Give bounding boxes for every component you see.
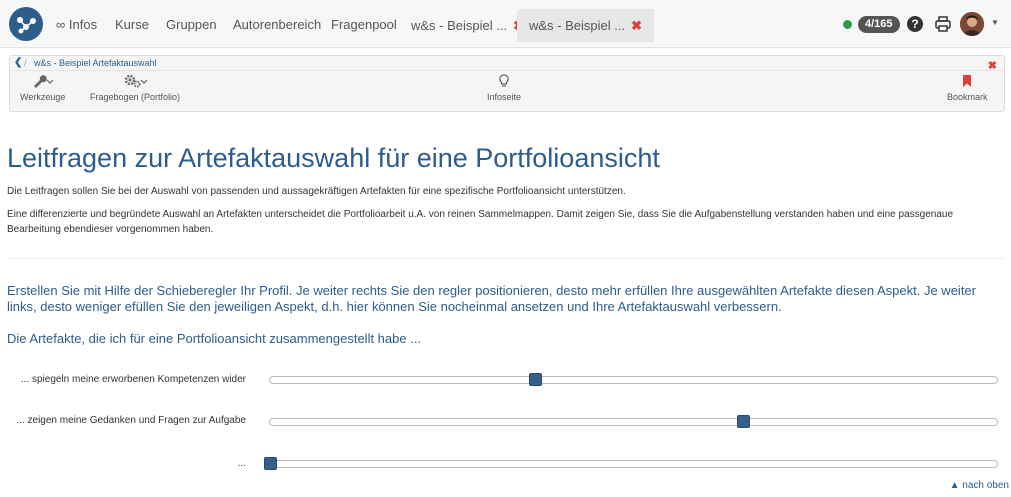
course-toolbar: ❮ / w&s - Beispiel Artefaktauswahl ✖ Wer… [9,55,1005,112]
tools-label: Werkzeuge [20,92,66,102]
avatar[interactable] [960,12,984,36]
help-icon[interactable]: ? [907,16,923,32]
nav-item-kurse[interactable]: Kurse [115,17,149,32]
tools-menu-button[interactable]: Werkzeuge [20,74,65,102]
tab-label: w&s - Beispiel ... [529,18,626,33]
gears-icon [90,74,180,90]
breadcrumb-item[interactable]: w&s - Beispiel Artefaktauswahl [34,58,157,68]
slider-track-thoughts[interactable] [269,415,998,428]
tab-course-2[interactable]: w&s - Beispiel ... ✖ [517,9,654,42]
info-page-button[interactable]: Infoseite [487,74,521,102]
page-title: Leitfragen zur Artefaktauswahl für eine … [7,143,660,173]
lightbulb-icon [487,74,521,90]
nav-item-infos[interactable]: ∞ Infos [56,17,97,32]
info-page-label: Infoseite [487,92,522,102]
questionnaire-menu-button[interactable]: Fragebogen (Portfolio) [90,74,180,102]
tab-course-1[interactable]: w&s - Beispiel ...✖ [399,9,536,42]
openolat-logo-icon[interactable] [9,7,43,41]
slider-label-other: ... [237,458,246,469]
close-icon[interactable]: ✖ [988,59,997,72]
slider-handle[interactable] [529,373,543,386]
intro-paragraph-2: Eine differenzierte und begründete Auswa… [7,209,954,235]
chevron-down-icon[interactable]: ▼ [991,18,999,27]
nav-item-fragenpool[interactable]: Fragenpool [331,17,397,32]
print-icon[interactable] [934,15,952,36]
top-navigation: ∞ Infos Kurse Gruppen Autorenbereich Fra… [0,0,1011,48]
breadcrumb-separator: / [24,58,27,68]
nav-item-gruppen[interactable]: Gruppen [166,17,217,32]
slider-handle[interactable] [264,457,277,470]
slider-label-competences: ... spiegeln meine erworbenen Kompetenze… [20,374,246,385]
counter-badge[interactable]: 4/165 [858,16,900,33]
section-heading: Die Artefakte, die ich für eine Portfoli… [7,331,422,346]
slider-track-other[interactable] [264,457,998,470]
tab-label: w&s - Beispiel ... [411,18,508,33]
instruction-text: Erstellen Sie mit Hilfe der Schieberegle… [7,283,976,314]
slider-label-thoughts: ... zeigen meine Gedanken und Fragen zur… [16,415,246,426]
back-to-top-link[interactable]: ▲ nach oben [950,480,1009,491]
slider-track-competences[interactable] [269,373,998,386]
bookmark-icon [947,74,988,90]
slider-handle[interactable] [736,415,750,428]
divider [7,258,1005,259]
online-status-icon [843,20,852,29]
breadcrumb: ❮ / w&s - Beispiel Artefaktauswahl ✖ [10,56,1004,72]
back-icon[interactable]: ❮ [14,57,22,68]
nav-item-autorenbereich[interactable]: Autorenbereich [233,17,321,32]
intro-paragraph-1: Die Leitfragen sollen Sie bei der Auswah… [7,186,626,197]
questionnaire-label: Fragebogen (Portfolio) [90,92,181,102]
close-icon[interactable]: ✖ [631,18,642,33]
bookmark-label: Bookmark [947,92,988,102]
bookmark-button[interactable]: Bookmark [947,74,988,102]
wrench-icon [20,74,65,90]
